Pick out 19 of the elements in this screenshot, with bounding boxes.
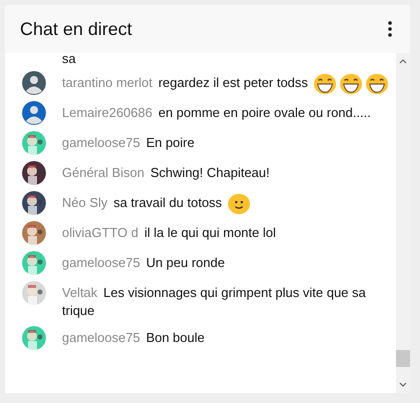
chat-message: gameloose75 En poire xyxy=(62,135,196,150)
laughing-emoji-icon xyxy=(314,72,336,95)
chat-message: sa xyxy=(62,53,77,66)
smile-emoji-icon xyxy=(228,192,250,215)
laughing-emoji-icon xyxy=(340,72,362,95)
chat-message: gameloose75 Un peu ronde xyxy=(62,255,226,270)
scroll-down-icon[interactable] xyxy=(399,382,407,387)
scrollbar-thumb[interactable] xyxy=(396,350,410,367)
more-menu-icon[interactable] xyxy=(388,21,392,37)
chat-message: tarantino merlot regardez il est peter todss xyxy=(62,75,390,90)
laughing-emoji-icon xyxy=(366,72,388,95)
chat-message: oliviaGTTO d il la le qui qui monte lol xyxy=(62,225,277,240)
chat-title: Chat en direct xyxy=(20,18,132,40)
chat-message: Lemaire260686 en pomme en poire ovale ou rond..... xyxy=(62,105,372,120)
chat-message: Veltak Les visionnages qui grimpent plus vite que sa trique xyxy=(62,285,366,318)
chat-message: Néo Sly sa travail du totoss xyxy=(62,195,252,210)
chat-message: Général Bison Schwing! Chapiteau! xyxy=(62,165,271,180)
chat-message: gameloose75 Bon boule xyxy=(62,330,206,345)
scroll-up-icon[interactable] xyxy=(399,59,407,64)
